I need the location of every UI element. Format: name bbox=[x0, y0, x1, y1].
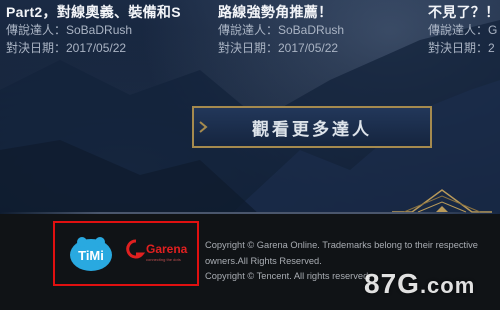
article-author: 傳說達人：SoBaDRush bbox=[6, 23, 133, 37]
copyright-line: Copyright © Garena Online. Trademarks be… bbox=[205, 240, 478, 250]
article-title[interactable]: 不見了？！G bbox=[428, 4, 500, 21]
site-watermark: 87G.com bbox=[364, 268, 475, 300]
article-title[interactable]: Part2，對線奧義、裝備和S bbox=[6, 4, 206, 21]
watermark-suffix: .com bbox=[419, 273, 476, 298]
watermark-main: 87G bbox=[364, 268, 420, 299]
garena-wordmark: Garena bbox=[146, 242, 188, 256]
article-author: 傳說達人：SoBaDRush bbox=[218, 23, 345, 37]
garena-logo[interactable]: Garena connecting the dots bbox=[124, 236, 190, 266]
chevron-right-icon bbox=[199, 121, 208, 133]
article-date: 對決日期：2 bbox=[428, 41, 495, 55]
article-card[interactable]: 路線強勢角推薦！ 傳說達人：SoBaDRush 對決日期：2017/05/22 bbox=[218, 4, 418, 57]
view-more-experts-button[interactable]: 觀看更多達人 bbox=[192, 106, 432, 148]
article-card[interactable]: Part2，對線奧義、裝備和S 傳說達人：SoBaDRush 對決日期：2017… bbox=[6, 4, 206, 57]
view-more-experts-label: 觀看更多達人 bbox=[252, 119, 372, 139]
article-card[interactable]: 不見了？！G 傳說達人：G 對決日期：2 bbox=[428, 4, 500, 57]
article-date: 對決日期：2017/05/22 bbox=[6, 41, 127, 55]
timi-wordmark: TiMi bbox=[78, 248, 104, 263]
article-title[interactable]: 路線強勢角推薦！ bbox=[218, 4, 418, 21]
article-date: 對決日期：2017/05/22 bbox=[218, 41, 339, 55]
gold-ornament bbox=[392, 189, 492, 213]
timi-logo[interactable]: TiMi bbox=[68, 233, 114, 273]
article-author: 傳說達人：G bbox=[428, 23, 498, 37]
garena-tagline: connecting the dots bbox=[146, 257, 181, 262]
copyright-line: owners.All Rights Reserved. bbox=[205, 255, 322, 266]
